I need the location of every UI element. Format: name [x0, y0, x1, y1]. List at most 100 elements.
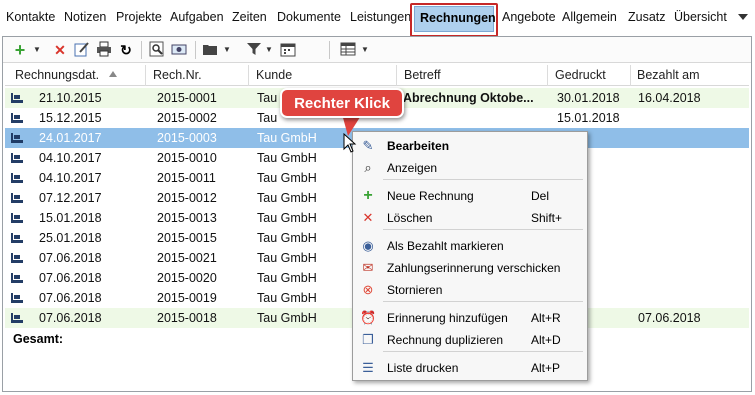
context-menu-separator — [383, 229, 583, 230]
add-icon[interactable]: + — [11, 41, 29, 59]
context-menu-item[interactable]: ✉ Zahlungserinnerung verschicken — [353, 258, 587, 278]
total-label: Gesamt: — [13, 332, 64, 346]
delete-icon: ✕ — [362, 210, 374, 225]
table-icon[interactable] — [339, 41, 357, 59]
cell-kunde: Tau — [257, 111, 278, 125]
column-divider[interactable] — [547, 65, 548, 86]
column-header-kunde[interactable]: Kunde — [256, 68, 292, 82]
column-header-betreff[interactable]: Betreff — [404, 68, 441, 82]
context-menu-item[interactable]: ⏰ Erinnerung hinzufügen Alt+R — [353, 308, 587, 328]
filter-icon[interactable] — [245, 41, 263, 59]
column-header-rechnungsdatum[interactable]: Rechnungsdat. — [15, 68, 99, 82]
context-menu-item[interactable]: ◉ Als Bezahlt markieren — [353, 236, 587, 256]
invoice-document-icon — [11, 233, 23, 243]
menu-leistungen[interactable]: Leistungen — [350, 10, 411, 24]
delete-icon[interactable]: ✕ — [51, 41, 69, 59]
context-menu-item-shortcut: Alt+P — [531, 361, 561, 375]
sort-ascending-icon — [109, 71, 117, 77]
toolbar-divider — [195, 41, 196, 59]
context-menu-item[interactable]: ☰ Liste drucken Alt+P — [353, 358, 587, 378]
cell-kunde: Tau GmbH — [257, 251, 317, 265]
menu-allgemein[interactable]: Allgemein — [562, 10, 617, 24]
menu-notizen[interactable]: Notizen — [64, 10, 106, 24]
column-header-rechnr[interactable]: Rech.Nr. — [153, 68, 202, 82]
cell-nr: 2015-0020 — [157, 271, 217, 285]
context-menu-item-label: Liste drucken — [387, 361, 459, 375]
refresh-icon[interactable]: ↻ — [117, 41, 135, 59]
invoice-document-icon — [11, 253, 23, 263]
filter-dropdown-chevron-icon[interactable]: ▼ — [265, 45, 273, 54]
menu-kontakte[interactable]: Kontakte — [6, 10, 55, 24]
cell-bezahlt: 16.04.2018 — [638, 91, 701, 105]
menu-angebote[interactable]: Angebote — [502, 10, 556, 24]
cell-kunde: Tau GmbH — [257, 211, 317, 225]
folder-dropdown-chevron-icon[interactable]: ▼ — [223, 45, 231, 54]
cell-kunde: Tau GmbH — [257, 131, 317, 145]
cell-date: 15.12.2015 — [39, 111, 102, 125]
main-menu-bar: Kontakte Notizen Projekte Aufgaben Zeite… — [0, 0, 755, 37]
invoice-document-icon — [11, 93, 23, 103]
context-menu-item-label: Löschen — [387, 211, 433, 225]
reminder-send-icon: ✉ — [362, 260, 374, 275]
menu-rechnungen[interactable]: Rechnungen — [414, 6, 496, 32]
cell-kunde: Tau — [257, 91, 278, 105]
invoice-document-icon — [11, 113, 23, 123]
invoice-document-icon — [11, 153, 23, 163]
preview-icon[interactable] — [148, 41, 166, 59]
menu-uebersicht[interactable]: Übersicht — [674, 10, 727, 24]
context-menu-item-label: Stornieren — [387, 283, 443, 297]
chevron-down-icon[interactable] — [738, 14, 748, 20]
context-menu-item-label: Anzeigen — [387, 161, 438, 175]
column-divider[interactable] — [145, 65, 146, 86]
context-menu-separator — [383, 179, 583, 180]
cancel-icon: ⊗ — [362, 282, 374, 297]
folder-icon[interactable] — [201, 41, 219, 59]
menu-zeiten[interactable]: Zeiten — [232, 10, 267, 24]
context-menu-item-label: Rechnung duplizieren — [387, 333, 504, 347]
menu-zusatz[interactable]: Zusatz — [628, 10, 666, 24]
cell-date: 21.10.2015 — [39, 91, 102, 105]
cell-date: 04.10.2017 — [39, 151, 102, 165]
alarm-icon: ⏰ — [360, 310, 377, 325]
mouse-cursor-icon — [343, 133, 357, 153]
print-icon[interactable] — [95, 41, 113, 59]
invoice-document-icon — [11, 133, 23, 143]
cell-date: 04.10.2017 — [39, 171, 102, 185]
cell-date: 07.06.2018 — [39, 311, 102, 325]
cell-nr: 2015-0003 — [157, 131, 217, 145]
add-dropdown-chevron-icon[interactable]: ▼ — [33, 45, 41, 54]
column-divider[interactable] — [248, 65, 249, 86]
cell-nr: 2015-0018 — [157, 311, 217, 325]
column-header-gedruckt[interactable]: Gedruckt — [555, 68, 606, 82]
menu-projekte[interactable]: Projekte — [116, 10, 162, 24]
edit-icon[interactable] — [73, 41, 91, 59]
table-dropdown-chevron-icon[interactable]: ▼ — [361, 45, 369, 54]
cell-nr: 2015-0001 — [157, 91, 217, 105]
context-menu-item-label: Neue Rechnung — [387, 189, 474, 203]
menu-aufgaben[interactable]: Aufgaben — [170, 10, 224, 24]
context-menu-item[interactable]: ❐ Rechnung duplizieren Alt+D — [353, 330, 587, 350]
mark-paid-icon: ◉ — [362, 238, 374, 253]
cell-kunde: Tau GmbH — [257, 191, 317, 205]
cell-nr: 2015-0012 — [157, 191, 217, 205]
cell-kunde: Tau GmbH — [257, 151, 317, 165]
calendar-icon[interactable] — [279, 41, 297, 59]
context-menu-item[interactable]: ✕ Löschen Shift+ — [353, 208, 587, 228]
context-menu-item[interactable]: ⊗ Stornieren — [353, 280, 587, 300]
column-divider[interactable] — [396, 65, 397, 86]
context-menu-item[interactable]: ✎ Bearbeiten — [353, 136, 587, 156]
menu-rechnungen-label: Rechnungen — [420, 11, 496, 25]
cell-date: 25.01.2018 — [39, 231, 102, 245]
column-header-bezahlt-am[interactable]: Bezahlt am — [637, 68, 700, 82]
invoice-document-icon — [11, 173, 23, 183]
edit-icon: ✎ — [362, 138, 374, 153]
context-menu-item-shortcut: Alt+R — [531, 311, 561, 325]
mark-paid-icon[interactable] — [170, 41, 188, 59]
context-menu-item[interactable]: ⌕ Anzeigen — [353, 158, 587, 178]
cell-nr: 2015-0015 — [157, 231, 217, 245]
column-divider[interactable] — [630, 65, 631, 86]
menu-dokumente[interactable]: Dokumente — [277, 10, 341, 24]
context-menu-item[interactable]: + Neue Rechnung Del — [353, 186, 587, 206]
cell-date: 24.01.2017 — [39, 131, 102, 145]
callout-text: Rechter Klick — [294, 95, 390, 112]
